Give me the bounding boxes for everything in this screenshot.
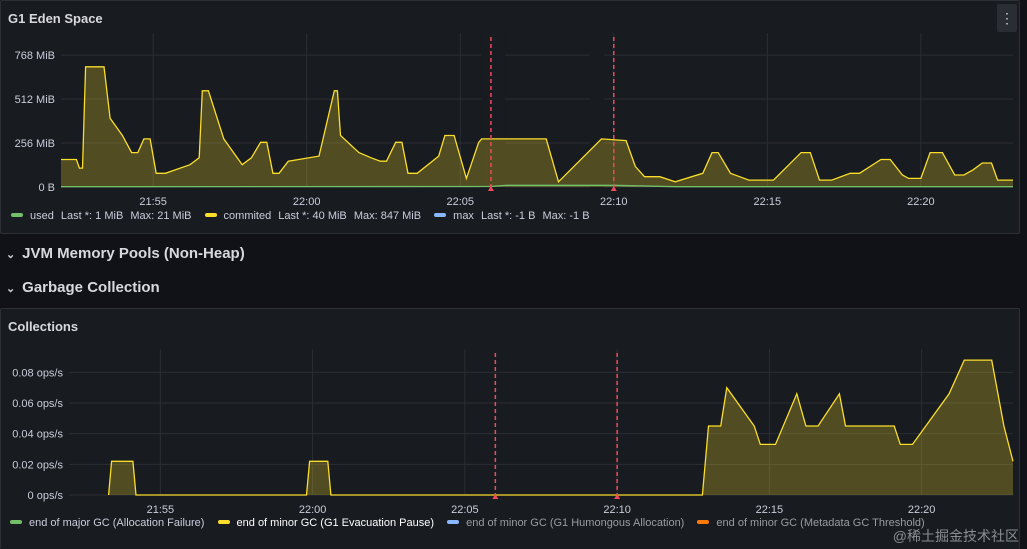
x-tick-label: 22:05	[446, 196, 474, 206]
legend-last: Last *: 1 MiB	[60, 210, 124, 222]
legend: end of major GC (Allocation Failure) end…	[10, 517, 935, 529]
legend: used Last *: 1 MiB Max: 21 MiB commited …	[11, 210, 600, 222]
y-tick-label: 0 ops/s	[28, 490, 64, 502]
legend-swatch	[204, 213, 217, 218]
legend-last: Last *: 40 MiB	[278, 210, 347, 222]
y-tick-label: 0.02 ops/s	[12, 459, 63, 471]
row-title: JVM Memory Pools (Non-Heap)	[22, 245, 245, 262]
watermark: @稀土掘金技术社区	[892, 528, 1019, 544]
y-tick-label: 512 MiB	[15, 94, 55, 106]
x-tick-label: 22:05	[451, 504, 479, 514]
x-tick-label: 22:10	[603, 504, 631, 514]
legend-swatch	[10, 520, 22, 525]
y-tick-label: 768 MiB	[15, 50, 55, 62]
chevron-down-icon: ⌄	[6, 249, 16, 261]
legend-max: Max: 847 MiB	[353, 210, 422, 222]
x-tick-label: 22:00	[299, 504, 327, 514]
legend-label: end of major GC (Allocation Failure)	[29, 517, 205, 529]
legend-last: Last *: -1 B	[481, 210, 536, 222]
x-tick-label: 22:15	[754, 196, 782, 206]
y-tick-label: 256 MiB	[15, 138, 55, 150]
row-garbage-collection[interactable]: ⌄ Garbage Collection	[6, 279, 160, 296]
y-tick-label: 0 B	[38, 182, 55, 194]
legend-item-major-gc-allocation-failure[interactable]: end of major GC (Allocation Failure)	[10, 517, 204, 529]
x-tick-label: 22:20	[908, 504, 936, 514]
x-tick-label: 22:15	[756, 504, 784, 514]
legend-item-commited[interactable]: commited Last *: 40 MiB Max: 847 MiB	[204, 210, 422, 222]
x-tick-label: 22:00	[293, 196, 321, 206]
chevron-down-icon: ⌄	[6, 283, 16, 295]
x-tick-label: 22:20	[907, 196, 935, 206]
legend-label: max	[453, 210, 474, 222]
legend-item-minor-gc-metadata-threshold[interactable]: end of minor GC (Metadata GC Threshold)	[697, 517, 925, 529]
g1-eden-space-chart: 0 B 256 MiB 512 MiB 768 MiB 21:55 22:00 22:05 2…	[15, 31, 1013, 206]
legend-swatch	[434, 213, 447, 218]
legend-swatch	[217, 520, 230, 525]
panel-title: Collections	[8, 319, 79, 334]
legend-label: end of minor GC (G1 Evacuation Pause)	[236, 517, 435, 529]
legend-swatch	[11, 213, 23, 218]
legend-label: used	[30, 210, 54, 222]
legend-item-used[interactable]: used Last *: 1 MiB Max: 21 MiB	[11, 210, 191, 222]
collections-chart: 0 ops/s 0.02 ops/s 0.04 ops/s 0.06 ops/s 0.0…	[12, 349, 1014, 514]
y-tick-label: 0.04 ops/s	[12, 429, 63, 441]
panel-menu-icon[interactable]: ⋮	[997, 4, 1017, 32]
legend-swatch	[447, 520, 460, 525]
row-title: Garbage Collection	[22, 279, 160, 296]
legend-swatch	[697, 520, 710, 525]
x-tick-label: 21:55	[147, 504, 175, 514]
legend-label: end of minor GC (G1 Humongous Allocation…	[466, 517, 685, 529]
y-tick-label: 0.08 ops/s	[12, 367, 63, 379]
x-tick-label: 21:55	[139, 196, 167, 206]
series-area-end-of-minor-gc-g1-evacuation-pause-	[108, 360, 1014, 495]
x-tick-label: 22:10	[600, 196, 628, 206]
legend-label: commited	[223, 210, 272, 222]
legend-max: Max: -1 B	[542, 210, 590, 222]
panel-title: G1 Eden Space	[8, 11, 103, 26]
legend-item-minor-gc-evacuation-pause[interactable]: end of minor GC (G1 Evacuation Pause)	[217, 517, 435, 529]
g1-eden-space-panel: 0 B 256 MiB 512 MiB 768 MiB 21:55 22:00 22:05 2…	[0, 0, 1020, 234]
legend-item-max[interactable]: max Last *: -1 B Max: -1 B	[434, 210, 590, 222]
y-tick-label: 0.06 ops/s	[12, 398, 63, 410]
row-jvm-memory-pools-non-heap[interactable]: ⌄ JVM Memory Pools (Non-Heap)	[6, 245, 245, 262]
collections-panel: 0 ops/s 0.02 ops/s 0.04 ops/s 0.06 ops/s 0.0…	[0, 308, 1020, 549]
legend-item-minor-gc-humongous-allocation[interactable]: end of minor GC (G1 Humongous Allocation…	[447, 517, 684, 529]
legend-max: Max: 21 MiB	[130, 210, 192, 222]
series-area-commited	[61, 66, 1013, 187]
